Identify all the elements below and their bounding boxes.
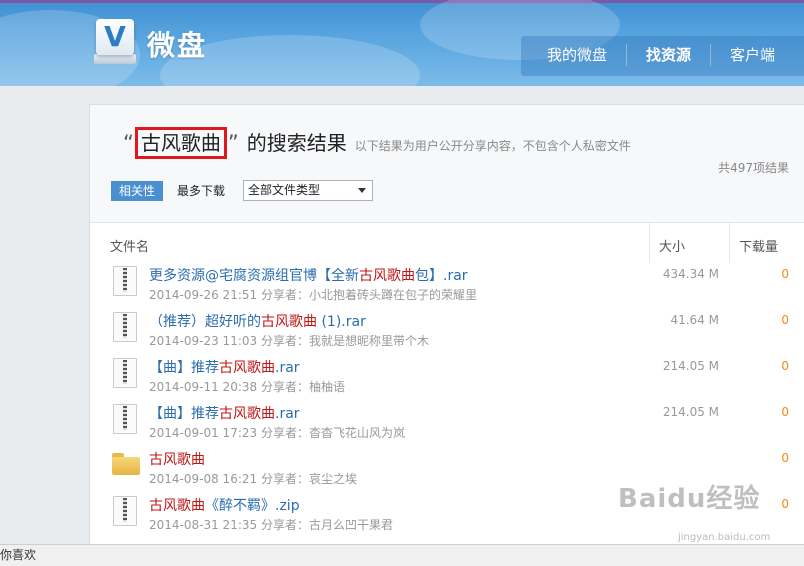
column-size[interactable]: 大小 [659, 236, 685, 255]
sharer-name[interactable]: 古月么凹干果君 [309, 518, 393, 532]
zip-file-icon [113, 312, 137, 342]
file-name-highlight: 古风歌曲 [219, 406, 275, 422]
file-name-text: (1).rar [317, 314, 366, 330]
file-meta: 2014-09-01 17:23 分享者：杳杳飞花山风为岚 [149, 424, 405, 441]
quote-open: “ [123, 131, 134, 155]
zip-file-icon [113, 358, 137, 388]
status-text: 你喜欢 [0, 548, 37, 562]
sharer-name[interactable]: 杳杳飞花山风为岚 [309, 426, 405, 440]
column-downloads[interactable]: 下载量 [739, 236, 778, 255]
file-name-highlight: 古风歌曲 [219, 360, 275, 376]
main-nav: 我的微盘 找资源 客户端 [528, 44, 794, 66]
table-row[interactable]: 【曲】推荐古风歌曲.rar 2014-09-11 20:38 分享者：柚柚语 2… [90, 355, 804, 401]
filetype-select[interactable]: 全部文件类型 [243, 180, 374, 201]
sharer-label: 分享者： [260, 426, 309, 440]
sharer-name[interactable]: 小北抱着砖头蹲在包子的荣耀里 [309, 288, 477, 302]
file-name-text: （推荐）超好听的 [149, 314, 261, 330]
sharer-label: 分享者： [260, 288, 309, 302]
file-name-link[interactable]: 古风歌曲 [149, 449, 205, 469]
header-top-line [0, 0, 804, 3]
file-name-link[interactable]: 【曲】推荐古风歌曲.rar [149, 357, 300, 377]
file-meta: 2014-09-08 16:21 分享者：哀尘之埃 [149, 470, 357, 487]
file-name-highlight: 古风歌曲 [359, 268, 415, 284]
file-date: 2014-09-26 21:51 [149, 288, 258, 302]
sharer-label: 分享者： [260, 380, 309, 394]
file-meta: 2014-08-31 21:35 分享者：古月么凹干果君 [149, 516, 393, 533]
file-size: 214.05 M [662, 405, 719, 419]
browser-status-bar: 你喜欢 [0, 544, 804, 566]
column-divider [729, 223, 730, 263]
file-name-highlight: 古风歌曲 [261, 314, 317, 330]
download-count: 0 [781, 267, 789, 281]
download-count: 0 [781, 451, 789, 465]
logo-text[interactable]: 微盘 [147, 24, 207, 64]
file-name-text: 【曲】推荐 [149, 406, 219, 422]
file-name-text: 包】.rar [415, 268, 468, 284]
search-keyword: 古风歌曲 [134, 127, 227, 159]
nav-find-resources[interactable]: 找资源 [626, 44, 710, 66]
sort-most-download-button[interactable]: 最多下载 [169, 181, 233, 201]
file-size: 41.64 M [670, 313, 719, 327]
sharer-name[interactable]: 柚柚语 [309, 380, 345, 394]
filetype-select-value: 全部文件类型 [248, 183, 321, 197]
logo-disk-shape [94, 54, 136, 64]
search-title: “古风歌曲” 的搜索结果 以下结果为用户公开分享内容，不包含个人私密文件 [123, 127, 631, 159]
file-date: 2014-09-08 16:21 [149, 472, 258, 486]
download-count: 0 [781, 497, 789, 511]
quote-close: ” [227, 131, 239, 155]
column-divider [649, 223, 650, 263]
file-meta: 2014-09-11 20:38 分享者：柚柚语 [149, 378, 345, 395]
zip-file-icon [113, 266, 137, 296]
file-name-text: 更多资源@宅腐资源组官博【全新 [149, 268, 359, 284]
sharer-label: 分享者： [260, 334, 309, 348]
sharer-name[interactable]: 哀尘之埃 [309, 472, 357, 486]
file-date: 2014-08-31 21:35 [149, 518, 258, 532]
search-header: “古风歌曲” 的搜索结果 以下结果为用户公开分享内容，不包含个人私密文件 共497项… [90, 105, 804, 223]
folder-icon [112, 453, 140, 475]
file-name-text: 《醉不羁》.zip [205, 498, 300, 514]
sharer-label: 分享者： [260, 472, 309, 486]
download-count: 0 [781, 359, 789, 373]
file-name-link[interactable]: 更多资源@宅腐资源组官博【全新古风歌曲包】.rar [149, 265, 468, 285]
sharer-label: 分享者： [260, 518, 309, 532]
file-name-highlight: 古风歌曲 [149, 498, 205, 514]
file-name-link[interactable]: 【曲】推荐古风歌曲.rar [149, 403, 300, 423]
file-date: 2014-09-23 11:03 [149, 334, 258, 348]
file-meta: 2014-09-26 21:51 分享者：小北抱着砖头蹲在包子的荣耀里 [149, 286, 477, 303]
sharer-name[interactable]: 我就是想昵称里带个木 [309, 334, 429, 348]
nav-client[interactable]: 客户端 [710, 44, 794, 66]
sort-relevance-button[interactable]: 相关性 [111, 180, 164, 201]
zip-file-icon [113, 404, 137, 434]
baidu-watermark: Baidu经验 [618, 484, 761, 514]
vdisk-logo-icon[interactable]: V [96, 19, 134, 55]
file-name-link[interactable]: 古风歌曲《醉不羁》.zip [149, 495, 300, 515]
file-size: 214.05 M [662, 359, 719, 373]
file-size: 434.34 M [662, 267, 719, 281]
search-note: 以下结果为用户公开分享内容，不包含个人私密文件 [354, 139, 631, 153]
file-name-link[interactable]: （推荐）超好听的古风歌曲 (1).rar [149, 311, 366, 331]
file-date: 2014-09-11 20:38 [149, 380, 258, 394]
search-title-suffix: 的搜索结果 [246, 131, 347, 155]
sort-controls: 相关性 最多下载 全部文件类型 [111, 180, 374, 201]
file-name-highlight: 古风歌曲 [149, 452, 205, 468]
file-date: 2014-09-01 17:23 [149, 426, 258, 440]
baidu-watermark-url: jingyan.baidu.com [678, 532, 771, 543]
file-name-text: 【曲】推荐 [149, 360, 219, 376]
table-row[interactable]: 【曲】推荐古风歌曲.rar 2014-09-01 17:23 分享者：杳杳飞花山… [90, 401, 804, 447]
chevron-down-icon [358, 188, 367, 193]
file-meta: 2014-09-23 11:03 分享者：我就是想昵称里带个木 [149, 332, 429, 349]
table-row[interactable]: 更多资源@宅腐资源组官博【全新古风歌曲包】.rar 2014-09-26 21:… [90, 263, 804, 309]
zip-file-icon [113, 496, 137, 526]
table-header: 文件名 大小 下载量 [90, 223, 804, 263]
result-count: 共497项结果 [718, 161, 789, 175]
table-row[interactable]: （推荐）超好听的古风歌曲 (1).rar 2014-09-23 11:03 分享… [90, 309, 804, 355]
download-count: 0 [781, 405, 789, 419]
file-name-text: .rar [275, 406, 300, 422]
download-count: 0 [781, 313, 789, 327]
nav-my-disk[interactable]: 我的微盘 [528, 44, 626, 66]
file-name-text: .rar [275, 360, 300, 376]
column-filename[interactable]: 文件名 [110, 236, 149, 255]
site-header: V 微盘 我的微盘 找资源 客户端 [0, 0, 804, 86]
